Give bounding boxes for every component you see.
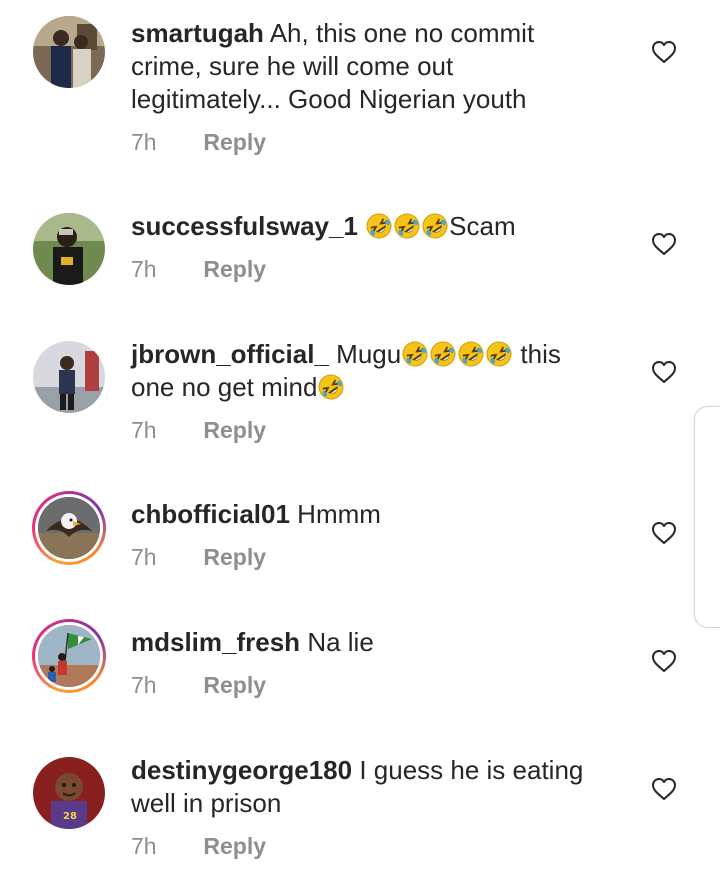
rolling-on-floor-laughing-emoji [318,374,344,400]
reply-button[interactable]: Reply [203,417,266,443]
comment-meta: 7h Reply [131,542,266,572]
comment-meta: 7h Reply [131,415,266,445]
comment-username[interactable]: chbofficial01 [131,499,290,529]
comment-username[interactable]: jbrown_official_ [131,339,329,369]
comment-time: 7h [131,417,157,443]
rolling-on-floor-laughing-emoji [430,341,456,367]
reply-button[interactable]: Reply [203,256,266,282]
comment-username[interactable]: successfulsway_1 [131,211,358,241]
comment-time: 7h [131,129,157,155]
comment-username[interactable]: smartugah [131,18,264,48]
comment-meta: 7h Reply [131,127,266,157]
reply-button[interactable]: Reply [203,672,266,698]
heart-outline-icon[interactable] [651,521,677,545]
svg-text:28: 28 [63,811,77,822]
comment-username[interactable]: mdslim_fresh [131,627,300,657]
comment-time: 7h [131,833,157,859]
comment-time: 7h [131,256,157,282]
heart-outline-icon[interactable] [651,777,677,801]
reply-button[interactable]: Reply [203,129,266,155]
avatar-with-story-ring[interactable] [32,619,106,693]
rolling-on-floor-laughing-emoji [458,341,484,367]
reply-button[interactable]: Reply [203,833,266,859]
comment-username[interactable]: destinygeorge180 [131,755,352,785]
comment-text: jbrown_official_ Mugu this one no get mi… [131,338,601,404]
comment-meta: 7h Reply [131,254,266,284]
comment-body: Scam [449,211,516,241]
avatar-with-story-ring[interactable] [32,491,106,565]
reply-button[interactable]: Reply [203,544,266,570]
heart-outline-icon[interactable] [651,649,677,673]
comment-body: Hmmm [297,499,381,529]
comment-time: 7h [131,672,157,698]
edge-panel-handle[interactable] [694,406,720,628]
rolling-on-floor-laughing-emoji [486,341,512,367]
heart-outline-icon[interactable] [651,232,677,256]
avatar[interactable]: 28 [32,756,106,830]
avatar[interactable] [32,15,106,89]
comment-meta: 7h Reply [131,670,266,700]
comment-text: destinygeorge180 I guess he is eating we… [131,754,601,820]
comment-body: Na lie [307,627,374,657]
comment-text: smartugah Ah, this one no commit crime, … [131,17,601,116]
heart-outline-icon[interactable] [651,360,677,384]
avatar[interactable] [32,340,106,414]
avatar[interactable] [32,212,106,286]
comment-text: mdslim_fresh Na lie [131,626,601,659]
rolling-on-floor-laughing-emoji [422,213,448,239]
heart-outline-icon[interactable] [651,40,677,64]
rolling-on-floor-laughing-emoji [366,213,392,239]
comment-meta: 7h Reply [131,831,266,861]
rolling-on-floor-laughing-emoji [402,341,428,367]
comment-text: chbofficial01 Hmmm [131,498,601,531]
comment-body: Mugu [336,339,402,369]
rolling-on-floor-laughing-emoji [394,213,420,239]
comment-text: successfulsway_1 Scam [131,210,601,243]
comment-time: 7h [131,544,157,570]
